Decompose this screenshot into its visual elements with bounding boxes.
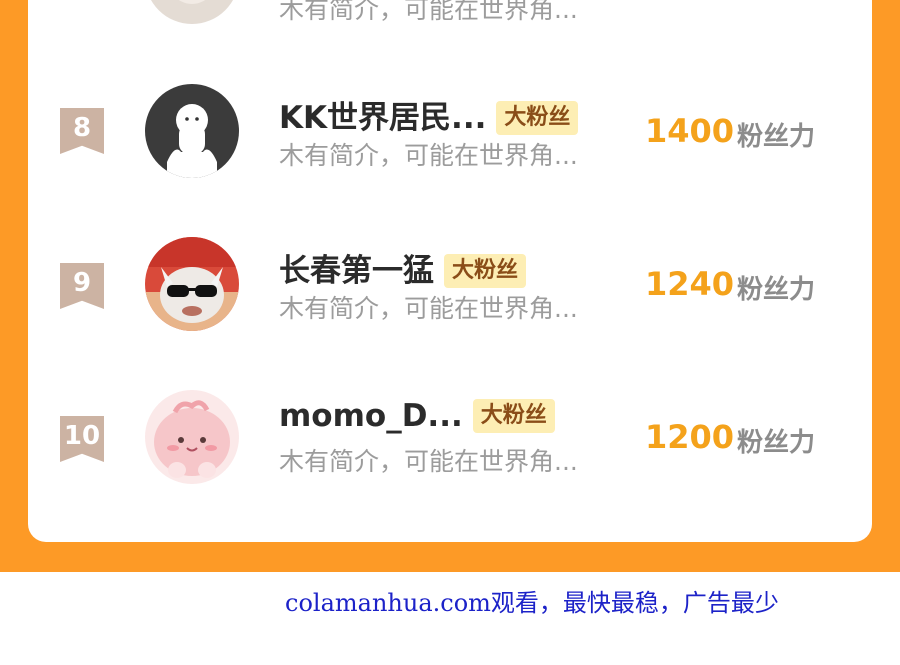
user-name-text: KK世界居民... xyxy=(279,100,487,136)
rank-badge: 9 xyxy=(60,263,104,309)
user-description: 木有简介，可能在世界角... xyxy=(279,294,578,323)
leaderboard-row[interactable]: 9 长春第一猛 大粉丝 木有简介，可能在世界角... 1240 粉丝力 xyxy=(0,225,900,345)
avatar[interactable] xyxy=(145,390,239,484)
site-watermark: colamanhua.com观看，最快最稳，广告最少 xyxy=(285,589,779,617)
fan-level-badge: 大粉丝 xyxy=(496,101,579,135)
fan-score-label: 粉丝力 xyxy=(737,275,816,305)
avatar-ghost-icon xyxy=(145,84,239,178)
leaderboard-row[interactable]: 10 momo_D... 大粉丝 木有简介，可能在世界角... 1200 粉丝力 xyxy=(0,378,900,498)
leaderboard-row-partial[interactable]: 木有简介，可能在世界角... xyxy=(0,0,900,60)
fan-level-badge: 大粉丝 xyxy=(472,399,555,433)
avatar[interactable] xyxy=(145,237,239,331)
user-name[interactable]: KK世界居民... 大粉丝 xyxy=(279,92,579,137)
rank-badge: 10 xyxy=(60,416,104,462)
avatar[interactable] xyxy=(145,84,239,178)
user-name[interactable]: 长春第一猛 大粉丝 xyxy=(279,245,527,290)
avatar xyxy=(145,0,239,24)
rank-badge: 8 xyxy=(60,108,104,154)
user-name[interactable]: momo_D... 大粉丝 xyxy=(279,398,555,434)
leaderboard-row[interactable]: 8 KK世界居民... 大粉丝 木有简介，可能在世界角... 1400 粉丝力 xyxy=(0,72,900,192)
user-description: 木有简介，可能在世界角... xyxy=(279,141,578,170)
avatar-cartoon-sunglasses-icon xyxy=(145,237,239,331)
fan-score-value: 1200 xyxy=(645,418,735,456)
user-name-text: 长春第一猛 xyxy=(279,253,434,289)
user-description: 木有简介，可能在世界角... xyxy=(279,447,578,476)
fan-level-badge: 大粉丝 xyxy=(444,254,527,288)
fan-score-value: 1240 xyxy=(645,265,735,303)
avatar-pink-blob-icon xyxy=(145,390,239,484)
fan-score-value: 1400 xyxy=(645,112,735,150)
fan-score-label: 粉丝力 xyxy=(737,122,816,152)
user-description: 木有简介，可能在世界角... xyxy=(279,0,578,24)
user-name-text: momo_D... xyxy=(279,398,463,434)
fan-score-label: 粉丝力 xyxy=(737,428,816,458)
avatar-photo-icon xyxy=(145,0,239,24)
